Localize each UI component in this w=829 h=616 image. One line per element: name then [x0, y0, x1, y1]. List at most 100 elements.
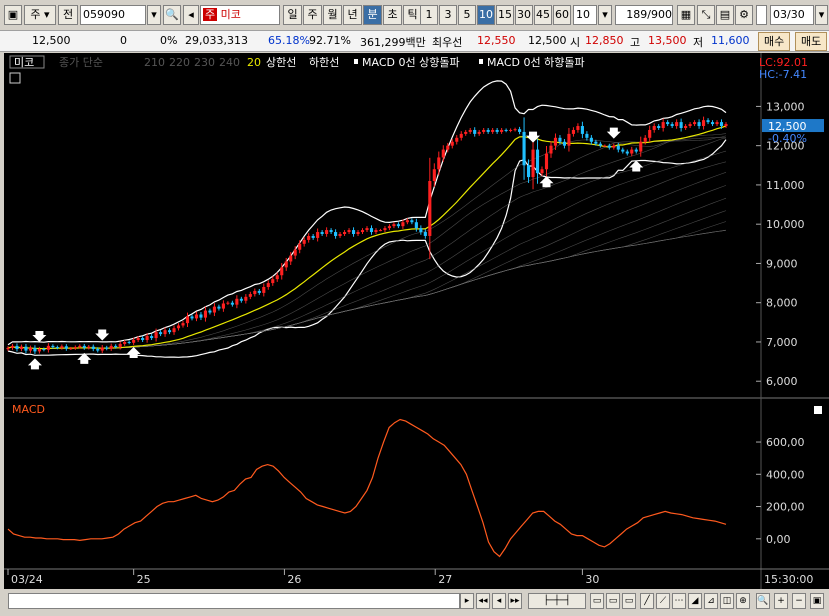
period-tab-3[interactable]: 년	[343, 5, 362, 25]
interval-tab-60[interactable]: 60	[553, 5, 571, 25]
candle-body	[657, 126, 661, 128]
table-icon[interactable]	[9, 72, 21, 84]
interval-tab-3[interactable]: 3	[439, 5, 457, 25]
draw-tool-7-icon[interactable]: ⊕	[736, 593, 750, 609]
draw-tool-1-icon[interactable]: ╱	[640, 593, 654, 609]
candle-body	[607, 145, 611, 148]
candle-body	[325, 230, 329, 234]
draw-tool-4-icon[interactable]: ◢	[688, 593, 702, 609]
candle-body	[203, 310, 208, 318]
ma-fan-line	[7, 185, 727, 350]
market-select[interactable]: 주 ▾	[24, 5, 56, 25]
code-dropdown-icon[interactable]: ▾	[147, 5, 161, 25]
cursor-icon[interactable]: ⤡	[697, 5, 715, 25]
play-back-icon[interactable]: ◂	[492, 593, 506, 609]
interval-tab-1[interactable]: 1	[420, 5, 438, 25]
zoom-slider[interactable]: ├─┼─┤	[528, 593, 586, 609]
save-icon[interactable]: ▤	[716, 5, 734, 25]
gear-icon[interactable]: ⚙	[735, 5, 753, 25]
scrollbar-track[interactable]	[8, 593, 460, 609]
count-input[interactable]: 189/900	[615, 5, 673, 25]
candle-body	[127, 341, 131, 343]
zoom-in-icon[interactable]: +	[774, 593, 788, 609]
candle-body	[46, 345, 50, 350]
date-input[interactable]: 03/30	[770, 5, 814, 25]
candle-body	[118, 343, 122, 348]
candle-body	[598, 143, 602, 146]
play-forward-icon[interactable]: ▸▸	[508, 593, 522, 609]
fit-icon[interactable]: ▣	[810, 593, 824, 609]
hc-readout: HC:-7.41	[759, 68, 807, 81]
search-icon[interactable]: 🔍	[163, 5, 181, 25]
zoom-tool-3-icon[interactable]: ▭	[622, 593, 636, 609]
x-tick-label: 03/24	[11, 573, 43, 586]
interval-tab-5[interactable]: 5	[458, 5, 476, 25]
interval-tab-15[interactable]: 15	[496, 5, 514, 25]
interval-tab-30[interactable]: 30	[515, 5, 533, 25]
interval-input[interactable]: 10	[573, 5, 597, 25]
chart-svg[interactable]: 6,0007,0008,0009,00010,00011,00012,00013…	[4, 53, 829, 589]
zoom-out-icon[interactable]: −	[792, 593, 806, 609]
stock-name-field[interactable]: 주 미코	[200, 5, 280, 25]
candle-body	[338, 234, 342, 236]
candle-body	[594, 141, 598, 144]
period-tab-5[interactable]: 초	[383, 5, 402, 25]
speaker-icon[interactable]: ◂	[183, 5, 199, 25]
macd-panel-close-icon[interactable]	[814, 406, 822, 414]
ma-fan-line	[7, 150, 727, 350]
period-tab-4[interactable]: 분	[363, 5, 382, 25]
interval-tab-10[interactable]: 10	[477, 5, 495, 25]
chart-area[interactable]: 6,000 7,000 8,000 9,000 10,000 11,000 12,000 13…	[4, 53, 829, 589]
y-tick-label: 8,000	[766, 297, 798, 310]
count-total: /900	[647, 8, 672, 21]
candle-body	[221, 303, 225, 309]
current-pct-tag: -0.40%	[768, 132, 807, 145]
interval-dropdown-icon[interactable]: ▾	[598, 5, 612, 25]
period-tab-1[interactable]: 주	[303, 5, 322, 25]
candle-body	[486, 129, 490, 132]
candle-body	[540, 169, 544, 174]
zoom-tool-1-icon[interactable]: ▭	[590, 593, 604, 609]
y-tick-label: 6,000	[766, 375, 798, 388]
chart-icon[interactable]: ▣	[4, 5, 22, 25]
interval-tab-45[interactable]: 45	[534, 5, 552, 25]
ma-fan-line	[7, 161, 727, 350]
candle-body	[715, 122, 719, 125]
period-tab-0[interactable]: 일	[283, 5, 302, 25]
candle-body	[239, 298, 243, 301]
candle-body	[571, 129, 575, 134]
candle-body	[150, 336, 154, 339]
draw-tool-3-icon[interactable]: ⋯	[672, 593, 686, 609]
candle-body	[329, 230, 333, 233]
candle-body	[266, 283, 270, 287]
open-label: 시	[570, 36, 581, 49]
candle-body	[217, 306, 221, 309]
candle-body	[630, 149, 634, 154]
candle-body	[495, 129, 499, 132]
draw-tool-2-icon[interactable]: ⟋	[656, 593, 670, 609]
buy-button[interactable]: 매수	[758, 32, 791, 51]
date-dropdown-icon[interactable]: ▾	[815, 5, 828, 25]
rewind-icon[interactable]: ◂◂	[476, 593, 490, 609]
sell-button[interactable]: 매도	[795, 32, 828, 51]
candle-body	[410, 220, 414, 223]
candle-body	[280, 267, 284, 276]
code-input[interactable]: 059090	[80, 5, 146, 25]
candle-body	[693, 122, 697, 125]
zoom-tool-2-icon[interactable]: ▭	[606, 593, 620, 609]
scroll-right-icon[interactable]: ▸	[460, 593, 474, 609]
candle-body	[105, 347, 109, 349]
candle-body	[724, 124, 728, 127]
draw-tool-5-icon[interactable]: ⊿	[704, 593, 718, 609]
candle-body	[91, 346, 95, 350]
ma20-path	[7, 125, 727, 350]
candle-body	[670, 124, 674, 127]
period-tab-2[interactable]: 월	[323, 5, 342, 25]
ma-fan-lines	[7, 133, 727, 350]
magnify-icon[interactable]: 🔍	[756, 593, 770, 609]
grid-icon[interactable]: ▦	[677, 5, 695, 25]
prev-button[interactable]: 전	[58, 5, 78, 25]
date-checkbox[interactable]	[756, 5, 767, 25]
draw-tool-6-icon[interactable]: ◫	[720, 593, 734, 609]
candle-body	[82, 345, 86, 348]
